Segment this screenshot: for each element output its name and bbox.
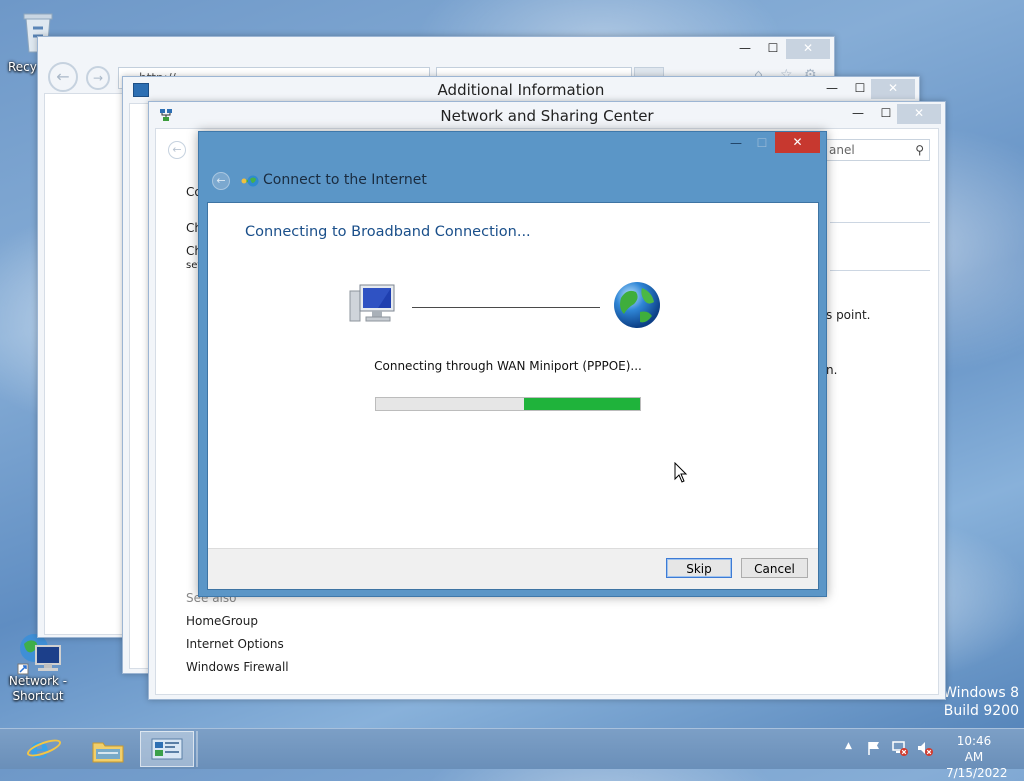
network-center-icon (159, 108, 173, 125)
divider (830, 270, 930, 271)
dialog-content: Connecting to Broadband Connection... Co… (207, 202, 819, 590)
dialog-footer: Skip Cancel (208, 548, 818, 589)
progress-fill (524, 398, 640, 410)
close-button[interactable]: ✕ (897, 104, 941, 124)
globe-icon (612, 280, 662, 333)
desktop-icon-label: Network - Shortcut (8, 674, 68, 703)
dialog-title: Connect to the Internet (263, 172, 427, 188)
clock-date: 7/15/2022 (946, 766, 1008, 780)
computer-icon (348, 283, 398, 330)
clock[interactable]: 10:46 AM 7/15/2022 (946, 733, 1008, 781)
network-status-icon[interactable] (891, 739, 909, 760)
taskbar: e ▲ 10:46 AM 7/15/2022 (0, 728, 1024, 780)
show-hidden-icons-icon[interactable]: ▲ (845, 741, 852, 751)
close-button[interactable]: ✕ (786, 39, 830, 59)
desktop-icon-network-shortcut[interactable]: Network - Shortcut (0, 630, 76, 704)
search-box[interactable]: anel ⚲ (824, 139, 930, 161)
maximize-button[interactable]: ☐ (756, 39, 790, 59)
window-title: Additional Information (437, 81, 605, 99)
taskbar-internet-explorer[interactable]: e (16, 731, 72, 767)
link-windows-firewall[interactable]: Windows Firewall (186, 660, 289, 674)
content-text-2: n. (826, 363, 838, 377)
back-icon[interactable]: ← (212, 172, 230, 190)
watermark-line-1: Windows 8 (943, 685, 1019, 701)
folder-icon (92, 739, 124, 766)
close-button[interactable]: ✕ (775, 132, 820, 153)
taskbar-file-explorer[interactable] (80, 731, 136, 767)
link-homegroup[interactable]: HomeGroup (186, 614, 258, 628)
taskbar-control-panel[interactable] (140, 731, 194, 767)
volume-muted-icon[interactable] (916, 739, 934, 760)
app-icon (133, 83, 149, 97)
search-icon: ⚲ (915, 143, 924, 157)
close-button[interactable]: ✕ (871, 79, 915, 99)
window-title: Network and Sharing Center (440, 107, 654, 125)
mouse-cursor-icon (674, 461, 688, 487)
connect-wizard-icon (241, 173, 259, 192)
forward-icon[interactable]: → (86, 66, 110, 90)
connect-to-internet-dialog[interactable]: — ☐ ✕ ← Connect to the Internet Connecti… (198, 131, 827, 597)
back-icon[interactable]: ← (48, 62, 78, 92)
skip-button[interactable]: Skip (666, 558, 732, 578)
back-icon[interactable]: ← (168, 141, 186, 159)
dialog-heading: Connecting to Broadband Connection... (245, 224, 531, 240)
os-watermark: Windows 8 Build 9200 (943, 685, 1019, 719)
progress-bar (375, 397, 641, 411)
action-center-flag-icon[interactable] (866, 740, 882, 759)
status-text: Connecting through WAN Miniport (PPPOE).… (374, 359, 642, 373)
taskbar-divider (196, 731, 198, 767)
control-panel-icon (151, 738, 183, 765)
content-text-1: s point. (826, 308, 871, 322)
clock-time: 10:46 AM (956, 734, 992, 764)
watermark-line-2: Build 9200 (943, 703, 1019, 719)
desktop-icon-label: Recy (8, 60, 37, 74)
divider (830, 222, 930, 223)
link-internet-options[interactable]: Internet Options (186, 637, 284, 651)
connection-line (412, 307, 600, 308)
cancel-button[interactable]: Cancel (741, 558, 808, 578)
maximize-button[interactable]: ☐ (745, 134, 779, 154)
